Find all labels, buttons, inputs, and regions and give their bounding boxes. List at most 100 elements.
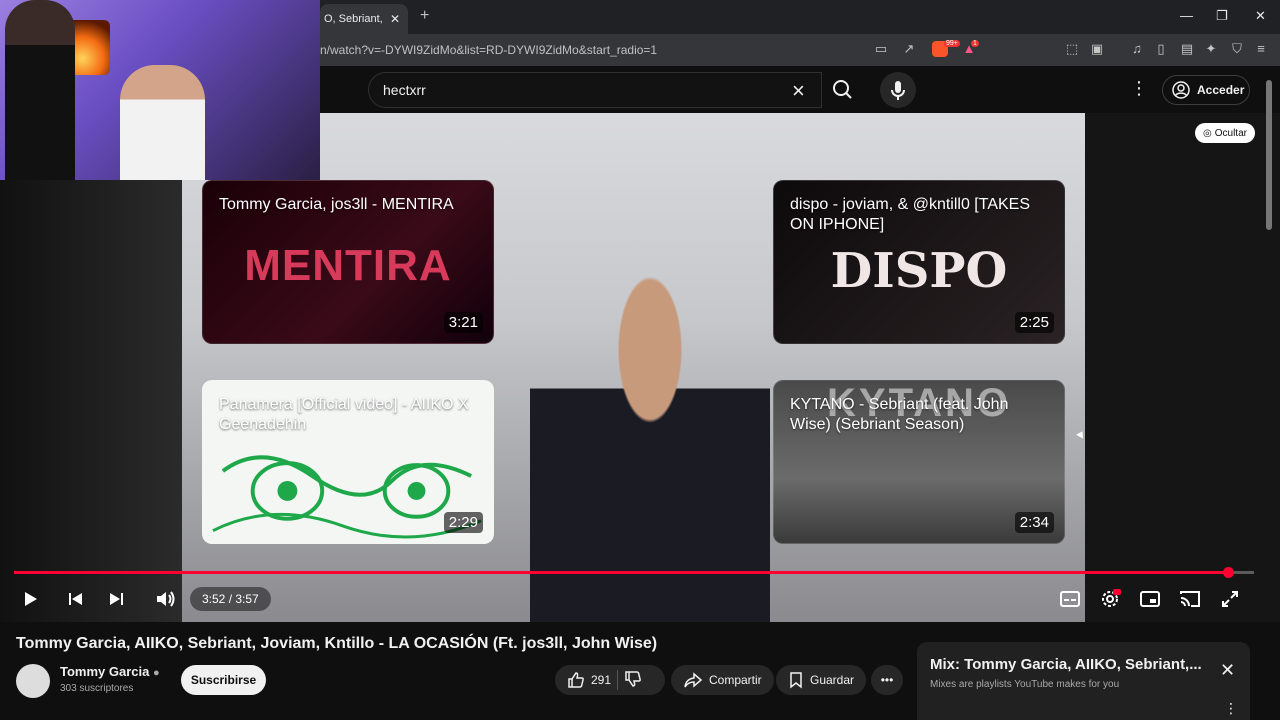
skip-previous-icon bbox=[69, 593, 82, 605]
thumbs-down-icon bbox=[625, 670, 641, 687]
channel-name[interactable]: Tommy Garcia ● bbox=[60, 664, 160, 679]
skip-next-icon bbox=[110, 593, 123, 605]
signin-label: Acceder bbox=[1197, 83, 1245, 97]
subtitles-button[interactable] bbox=[1057, 586, 1083, 612]
end-card-duration: 2:34 bbox=[1014, 512, 1054, 533]
music-icon[interactable]: ♫ bbox=[1128, 40, 1146, 58]
search-button[interactable] bbox=[822, 72, 862, 108]
like-button[interactable]: 291 bbox=[567, 671, 611, 689]
account-icon bbox=[1172, 81, 1190, 99]
dislike-button[interactable] bbox=[624, 670, 642, 691]
video-subject bbox=[530, 233, 770, 622]
end-card-art: DISPO bbox=[830, 243, 1008, 299]
save-label: Guardar bbox=[810, 673, 855, 687]
previous-button[interactable] bbox=[63, 586, 89, 612]
end-card-title: dispo - joviam, & @kntill0 [TAKES ON IPH… bbox=[790, 196, 1031, 233]
ai-icon[interactable]: ✦ bbox=[1202, 40, 1220, 58]
divider bbox=[617, 670, 619, 690]
cast-button[interactable] bbox=[1177, 586, 1203, 612]
end-card-title: Tommy Garcia, jos3ll - MENTIRA bbox=[219, 196, 454, 213]
url-text[interactable]: n/watch?v=-DYWI9ZidMo&list=RD-DYWI9ZidMo… bbox=[320, 43, 657, 57]
like-count: 291 bbox=[591, 673, 612, 687]
end-card[interactable]: DISPO dispo - joviam, & @kntill0 [TAKES … bbox=[773, 180, 1065, 344]
channel-avatar[interactable] bbox=[16, 664, 50, 698]
more-horizontal-icon: ••• bbox=[880, 673, 894, 687]
more-actions-button[interactable]: ••• bbox=[871, 665, 903, 695]
sidebar-icon[interactable]: ▯ bbox=[1152, 40, 1170, 58]
share-label: Compartir bbox=[709, 673, 762, 687]
microphone-icon bbox=[891, 81, 905, 100]
player-left-area bbox=[0, 113, 182, 622]
mix-subtitle: Mixes are playlists YouTube makes for yo… bbox=[930, 679, 1120, 690]
search-query[interactable]: hectxrr bbox=[383, 82, 426, 98]
share-arrow-icon bbox=[684, 672, 703, 688]
play-icon bbox=[25, 592, 37, 606]
share-icon[interactable]: ↗ bbox=[900, 40, 918, 58]
minimize-icon[interactable]: — bbox=[1180, 8, 1193, 23]
guest-figure bbox=[120, 65, 205, 180]
miniplayer-icon bbox=[1140, 591, 1160, 607]
channel-name-text: Tommy Garcia bbox=[60, 664, 150, 679]
end-card-title: KYTANO - Sebriant (feat. John Wise) (Seb… bbox=[790, 396, 1009, 433]
end-card[interactable]: MENTIRA Tommy Garcia, jos3ll - MENTIRA 3… bbox=[202, 180, 494, 344]
subscriber-count: 303 suscriptores bbox=[60, 683, 134, 694]
search-input[interactable] bbox=[368, 72, 822, 108]
time-display: 3:52 / 3:57 bbox=[190, 587, 271, 611]
end-card-duration: 2:25 bbox=[1014, 312, 1054, 333]
close-icon[interactable]: ✕ bbox=[1220, 660, 1235, 681]
subscribe-button[interactable]: Suscribirse bbox=[181, 665, 266, 695]
end-card[interactable]: KYTANO KYTANO - Sebriant (feat. John Wis… bbox=[773, 380, 1065, 544]
webcam-overlay bbox=[0, 0, 320, 180]
browser-tab[interactable]: O, Sebriant, J ✕ bbox=[320, 4, 408, 34]
end-card-art: MENTIRA bbox=[244, 241, 452, 290]
subtitles-icon bbox=[1060, 591, 1080, 607]
mix-title[interactable]: Mix: Tommy Garcia, AIIKO, Sebriant,... bbox=[930, 656, 1205, 673]
streamer-figure bbox=[5, 0, 75, 180]
end-card-title: Panamera [Official video] - AIIKO X Geen… bbox=[219, 396, 469, 433]
signin-button[interactable]: Acceder bbox=[1162, 75, 1250, 105]
gear-icon bbox=[1102, 589, 1121, 607]
search-icon bbox=[833, 80, 852, 99]
hide-label: Ocultar bbox=[1214, 127, 1247, 139]
end-card-duration: 2:29 bbox=[443, 512, 483, 533]
brave-badge: 99+ bbox=[944, 40, 960, 47]
wallet-icon[interactable]: ▤ bbox=[1178, 40, 1196, 58]
vpn-icon[interactable]: ⛉ bbox=[1228, 40, 1246, 58]
fullscreen-icon bbox=[1222, 591, 1238, 607]
like-dislike-group: 291 bbox=[555, 665, 665, 695]
alert-badge: 1 bbox=[971, 40, 979, 47]
more-options-icon[interactable]: ⋮ bbox=[1130, 78, 1148, 99]
hide-endcards-button[interactable]: ◎ Ocultar bbox=[1195, 123, 1255, 143]
close-tab-icon[interactable]: ✕ bbox=[390, 12, 400, 26]
end-card-duration: 3:21 bbox=[443, 312, 483, 333]
settings-button[interactable] bbox=[1097, 586, 1123, 612]
miniplayer-button[interactable] bbox=[1137, 586, 1163, 612]
bookmark-icon bbox=[790, 672, 802, 689]
progress-scrubber[interactable] bbox=[1223, 567, 1234, 578]
new-tab-icon[interactable]: + bbox=[420, 7, 429, 25]
cast-icon bbox=[1180, 591, 1200, 607]
thumbs-up-icon bbox=[568, 672, 584, 688]
screenshot-icon[interactable]: ▣ bbox=[1088, 40, 1106, 58]
play-button[interactable] bbox=[17, 586, 43, 612]
share-button[interactable]: Compartir bbox=[671, 665, 774, 695]
progress-played bbox=[14, 571, 1228, 574]
end-card[interactable]: Panamera [Official video] - AIIKO X Geen… bbox=[202, 380, 494, 544]
close-window-icon[interactable]: ✕ bbox=[1255, 8, 1266, 24]
restore-icon[interactable]: ❐ bbox=[1216, 8, 1228, 24]
clear-search-icon[interactable]: × bbox=[792, 78, 805, 104]
volume-icon bbox=[157, 591, 175, 607]
verified-icon: ● bbox=[152, 667, 160, 679]
video-title: Tommy Garcia, AIIKO, Sebriant, Joviam, K… bbox=[16, 635, 658, 652]
mix-more-icon[interactable]: ⋮ bbox=[1224, 700, 1238, 717]
scrollbar[interactable] bbox=[1266, 80, 1272, 230]
cast-screen-icon[interactable]: ▭ bbox=[872, 40, 890, 58]
eye-off-icon: ◎ bbox=[1203, 127, 1212, 139]
volume-button[interactable] bbox=[153, 586, 179, 612]
extensions-icon[interactable]: ⬚ bbox=[1063, 40, 1081, 58]
voice-search-button[interactable] bbox=[880, 72, 916, 108]
menu-icon[interactable]: ≡ bbox=[1252, 40, 1270, 58]
fullscreen-button[interactable] bbox=[1217, 586, 1243, 612]
next-button[interactable] bbox=[103, 586, 129, 612]
save-button[interactable]: Guardar bbox=[776, 665, 867, 695]
